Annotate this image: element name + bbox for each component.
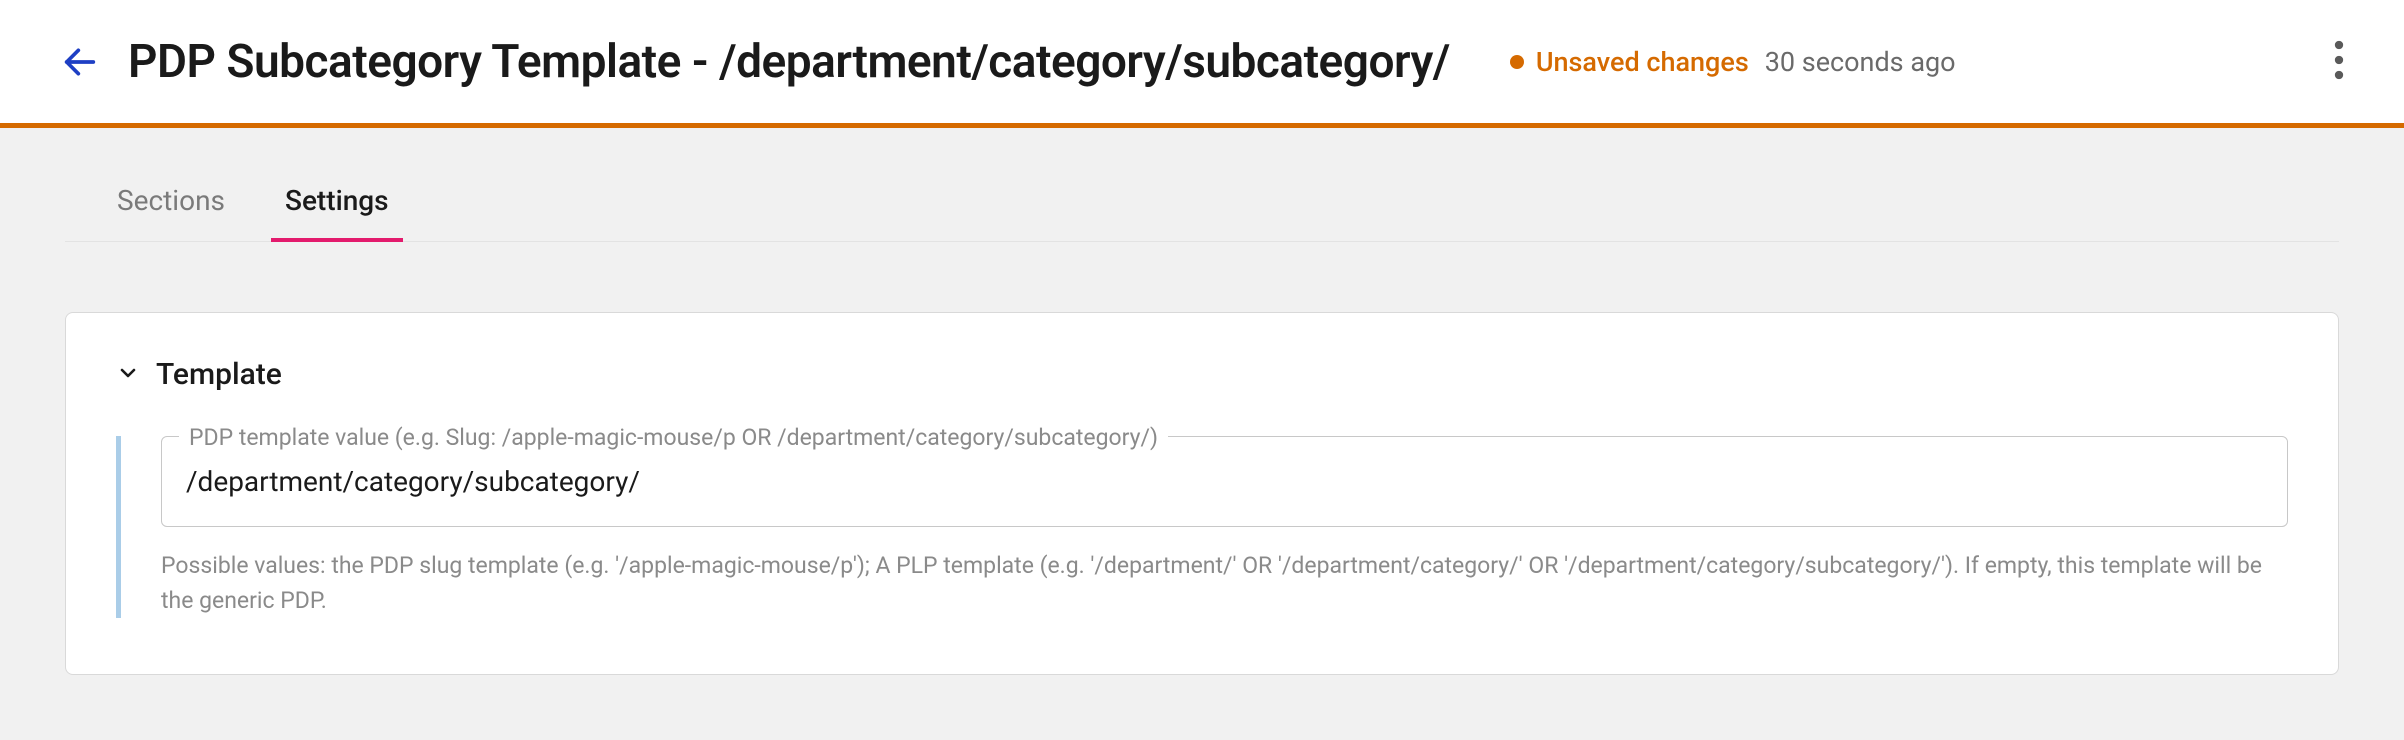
template-field-group: PDP template value (e.g. Slug: /apple-ma…: [116, 436, 2288, 618]
save-status: Unsaved changes 30 seconds ago: [1510, 46, 1956, 78]
card-title: Template: [156, 357, 282, 392]
template-value-field: PDP template value (e.g. Slug: /apple-ma…: [161, 436, 2288, 527]
content-area: Sections Settings Template PDP template …: [0, 128, 2404, 675]
card-header[interactable]: Template: [116, 357, 2288, 392]
tab-sections[interactable]: Sections: [117, 184, 225, 241]
more-menu-icon[interactable]: [2324, 30, 2354, 94]
chevron-down-icon: [116, 361, 140, 389]
template-card: Template PDP template value (e.g. Slug: …: [65, 312, 2339, 675]
status-time: 30 seconds ago: [1765, 46, 1956, 78]
template-value-label: PDP template value (e.g. Slug: /apple-ma…: [179, 424, 1168, 451]
header-bar: PDP Subcategory Template - /department/c…: [0, 0, 2404, 128]
tabs-row: Sections Settings: [65, 128, 2339, 242]
tab-settings[interactable]: Settings: [285, 184, 389, 241]
status-dot-icon: [1510, 55, 1524, 69]
back-arrow-icon[interactable]: [60, 42, 100, 82]
template-value-help: Possible values: the PDP slug template (…: [161, 549, 2288, 618]
page-title: PDP Subcategory Template - /department/c…: [128, 35, 1450, 89]
status-label: Unsaved changes: [1536, 46, 1749, 78]
